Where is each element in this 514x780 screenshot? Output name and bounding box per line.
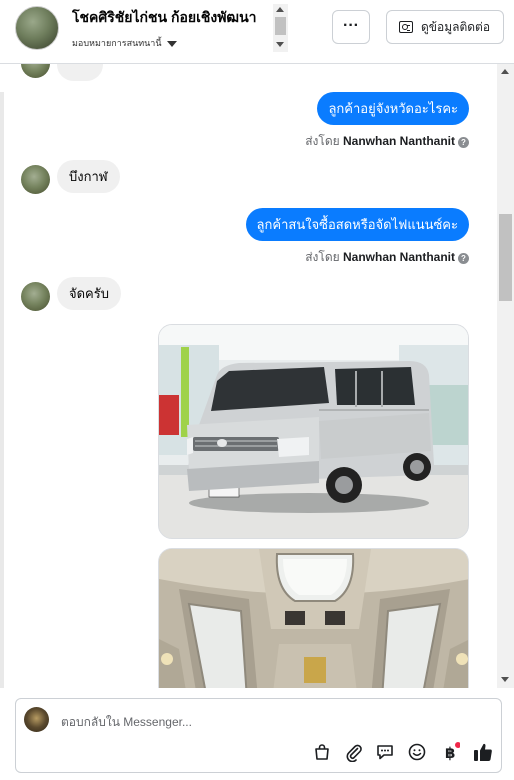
saved-replies-icon[interactable] <box>375 742 395 762</box>
van-interior-image <box>159 549 468 688</box>
view-contact-button[interactable]: ดูข้อมูลติดต่อ <box>386 10 504 44</box>
van-exterior-image <box>159 325 468 538</box>
van-interior-photo[interactable] <box>158 548 469 688</box>
scroll-down-arrow-icon[interactable] <box>276 42 284 47</box>
incoming-message-bubble[interactable] <box>57 64 103 81</box>
info-icon[interactable]: ? <box>458 137 469 148</box>
incoming-message-bubble[interactable]: จัดครับ <box>57 277 121 310</box>
attachment-icon[interactable] <box>344 742 364 763</box>
assign-conversation-label: มอบหมายการสนทนานี้ <box>72 38 162 48</box>
sender-avatar[interactable] <box>21 64 50 78</box>
shopping-bag-icon[interactable] <box>312 742 332 762</box>
scroll-up-arrow-icon[interactable] <box>501 69 509 74</box>
scroll-thumb[interactable] <box>275 17 286 35</box>
sent-by-label: ส่งโดย Nanwhan Nanthanit? <box>305 132 469 151</box>
message-thread[interactable]: ลูกค้าอยู่จังหวัดอะไรคะ ส่งโดย Nanwhan N… <box>0 64 514 688</box>
sent-by-prefix: ส่งโดย <box>305 134 340 148</box>
reply-input[interactable]: ตอบกลับใน Messenger... <box>61 713 192 732</box>
scroll-down-arrow-icon[interactable] <box>501 677 509 682</box>
scroll-thumb[interactable] <box>499 214 512 301</box>
van-exterior-photo[interactable] <box>158 324 469 539</box>
like-icon[interactable] <box>472 741 494 763</box>
incoming-message-bubble[interactable]: บึงกาฬ <box>57 160 120 193</box>
thread-scrollbar[interactable] <box>497 64 514 688</box>
info-icon[interactable]: ? <box>458 253 469 264</box>
svg-text:฿: ฿ <box>445 744 455 762</box>
sender-avatar[interactable] <box>21 165 50 194</box>
emoji-icon[interactable] <box>407 742 427 762</box>
contact-card-icon <box>399 21 413 33</box>
outgoing-message-bubble[interactable]: ลูกค้าสนใจซื้อสดหรือจัดไฟแนนซ์คะ <box>245 208 469 241</box>
title-scrollbar[interactable] <box>273 4 288 52</box>
view-contact-label: ดูข้อมูลติดต่อ <box>421 20 491 34</box>
left-panel-edge <box>0 92 4 688</box>
sender-avatar[interactable] <box>21 282 50 311</box>
assign-conversation-dropdown[interactable]: มอบหมายการสนทนานี้ <box>72 36 177 50</box>
page-avatar[interactable] <box>15 6 59 50</box>
conversation-header: โชคศิริชัยไก่ชน ก้อยเชิงพัฒนา มอบหมายการ… <box>0 0 514 64</box>
outgoing-message-bubble[interactable]: ลูกค้าอยู่จังหวัดอะไรคะ <box>317 92 469 125</box>
more-dots-icon: ··· <box>343 17 359 34</box>
user-avatar <box>24 707 49 732</box>
more-options-button[interactable]: ··· <box>332 10 370 44</box>
sent-by-label: ส่งโดย Nanwhan Nanthanit? <box>305 248 469 267</box>
sender-name[interactable]: Nanwhan Nanthanit <box>343 250 455 264</box>
caret-down-icon <box>166 40 177 47</box>
reply-composer[interactable]: ตอบกลับใน Messenger... ฿ <box>15 698 502 773</box>
sent-by-prefix: ส่งโดย <box>305 250 340 264</box>
sender-name[interactable]: Nanwhan Nanthanit <box>343 134 455 148</box>
baht-payment-icon[interactable]: ฿ <box>440 742 461 762</box>
page-title[interactable]: โชคศิริชัยไก่ชน ก้อยเชิงพัฒนา <box>72 7 274 29</box>
scroll-up-arrow-icon[interactable] <box>276 7 284 12</box>
